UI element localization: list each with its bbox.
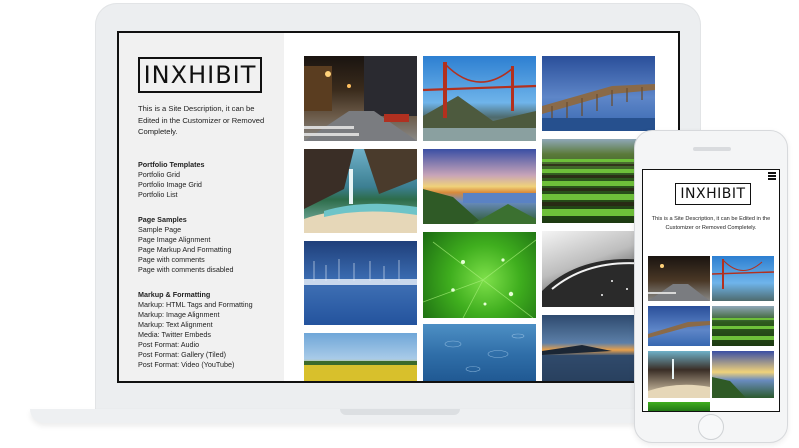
- phone-portfolio-item-crop-field[interactable]: [712, 306, 774, 346]
- phone-site-logo[interactable]: INXHIBIT: [675, 183, 751, 205]
- menu-item-portfolio-grid[interactable]: Portfolio Grid: [138, 170, 278, 180]
- phone-portfolio-item-golden-gate[interactable]: [712, 256, 774, 301]
- phone-frame: INXHIBIT This is a Site Description, it …: [634, 130, 788, 443]
- portfolio-item-coastal-waterfall[interactable]: [304, 149, 417, 233]
- portfolio-item-golden-gate-bridge[interactable]: [423, 56, 536, 141]
- menu-item-page-image-alignment[interactable]: Page Image Alignment: [138, 235, 278, 245]
- menu-item-twitter-embeds[interactable]: Media: Twitter Embeds: [138, 330, 278, 340]
- phone-site-description: This is a Site Description, it can be Ed…: [651, 216, 771, 231]
- menu-title: Markup & Formatting: [138, 290, 211, 299]
- laptop-screen: INXHIBIT This is a Site Description, it …: [117, 31, 680, 383]
- menu-item-post-gallery[interactable]: Post Format: Gallery (Tiled): [138, 350, 278, 360]
- menu-item-portfolio-image-grid[interactable]: Portfolio Image Grid: [138, 180, 278, 190]
- portfolio-item-sunset-coast[interactable]: [423, 149, 536, 224]
- portfolio-item-yellow-meadow[interactable]: [304, 333, 417, 381]
- portfolio-item-green-leaf-drops[interactable]: [423, 232, 536, 318]
- sidebar: INXHIBIT This is a Site Description, it …: [119, 33, 284, 381]
- menu-item-markup-text-alignment[interactable]: Markup: Text Alignment: [138, 320, 278, 330]
- phone-speaker: [693, 147, 731, 151]
- menu-item-markup-image-alignment[interactable]: Markup: Image Alignment: [138, 310, 278, 320]
- menu-item-markup-html-tags[interactable]: Markup: HTML Tags and Formatting: [138, 300, 278, 310]
- phone-portfolio-item-pier[interactable]: [648, 306, 710, 346]
- menu-item-page-with-comments[interactable]: Page with comments: [138, 255, 278, 265]
- portfolio-item-harbor-blue[interactable]: [304, 241, 417, 325]
- menu-title: Portfolio Templates: [138, 160, 205, 169]
- phone-portfolio-item-waterfall[interactable]: [648, 351, 710, 398]
- menu-item-post-audio[interactable]: Post Format: Audio: [138, 340, 278, 350]
- menu-item-page-markup-formatting[interactable]: Page Markup And Formatting: [138, 245, 278, 255]
- site-logo[interactable]: INXHIBIT: [138, 57, 262, 93]
- menu-item-portfolio-list[interactable]: Portfolio List: [138, 190, 278, 200]
- menu-item-page-comments-disabled[interactable]: Page with comments disabled: [138, 265, 278, 275]
- phone-home-button[interactable]: [698, 414, 724, 440]
- phone-screen: INXHIBIT This is a Site Description, it …: [642, 169, 780, 412]
- menu-group-markup: Markup & Formatting Markup: HTML Tags an…: [138, 290, 278, 370]
- site-description: This is a Site Description, it can be Ed…: [138, 104, 265, 136]
- phone-portfolio-item-city-street[interactable]: [648, 256, 710, 301]
- phone-portfolio-item-sunset-coast[interactable]: [712, 351, 774, 398]
- menu-group-portfolio: Portfolio Templates Portfolio Grid Portf…: [138, 160, 278, 200]
- portfolio-item-wooden-pier[interactable]: [542, 56, 655, 131]
- laptop-notch: [340, 409, 460, 415]
- hamburger-menu-icon[interactable]: [768, 172, 776, 180]
- menu-item-post-video[interactable]: Post Format: Video (YouTube): [138, 360, 278, 370]
- portfolio-item-rain-water[interactable]: [423, 324, 536, 381]
- menu-title: Page Samples: [138, 215, 187, 224]
- portfolio-item-city-street-night[interactable]: [304, 56, 417, 141]
- menu-group-page-samples: Page Samples Sample Page Page Image Alig…: [138, 215, 278, 275]
- menu-item-sample-page[interactable]: Sample Page: [138, 225, 278, 235]
- phone-portfolio-item-green-leaf[interactable]: [648, 402, 710, 411]
